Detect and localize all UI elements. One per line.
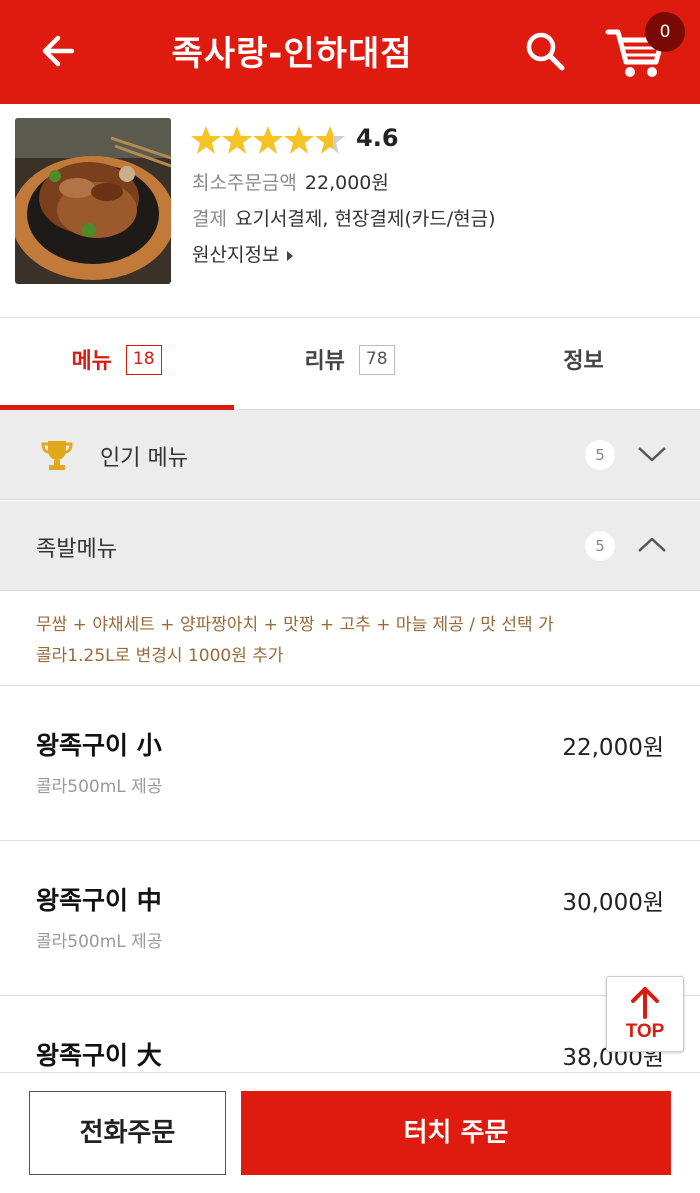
caret-right-icon [287, 250, 294, 261]
min-order-label: 최소주문금액 [192, 172, 297, 194]
trophy-icon [41, 441, 73, 470]
category-count: 5 [585, 531, 615, 561]
rating-stars [191, 126, 345, 154]
star-icon [222, 126, 252, 154]
store-info: 4.6 최소주문금액 22,000원 결제 요기서결제, 현장결제(카드/현금) 원… [0, 104, 700, 318]
menu-item-name: 왕족구이 大 [36, 1041, 162, 1070]
menu-item-name: 왕족구이 中 [36, 886, 162, 915]
bottom-order-bar: 전화주문 터치 주문 [0, 1072, 700, 1193]
menu-item-desc: 콜라500mL 제공 [36, 932, 163, 952]
tab-count: 18 [125, 345, 162, 375]
app-header: 족사랑-인하대점 0 [0, 0, 700, 104]
star-icon [253, 126, 283, 154]
payment-label: 결제 [192, 208, 227, 230]
tab-label: 메뉴 [71, 349, 112, 374]
category-popular-menu[interactable]: 인기 메뉴 5 [0, 410, 700, 500]
arrow-left-icon[interactable] [36, 28, 82, 74]
origin-label: 원산지정보 [192, 244, 280, 266]
menu-item[interactable]: 왕족구이 小 콜라500mL 제공 22,000원 [0, 686, 700, 841]
category-label: 인기 메뉴 [100, 446, 188, 471]
category-jokbal-menu[interactable]: 족발메뉴 5 [0, 501, 700, 591]
notice-line: 콜라1.25L로 변경시 1000원 추가 [36, 646, 284, 666]
payment-value: 요기서결제, 현장결제(카드/현금) [234, 208, 496, 230]
min-order: 최소주문금액 22,000원 [192, 168, 389, 195]
menu-item-price: 30,000원 [562, 890, 664, 916]
payment-info: 결제 요기서결제, 현장결제(카드/현금) [192, 204, 496, 231]
rating-value: 4.6 [356, 124, 399, 152]
page-title: 족사랑-인하대점 [171, 34, 413, 74]
menu-item-name: 왕족구이 小 [36, 731, 162, 760]
chevron-down-icon [638, 447, 666, 462]
category-count: 5 [585, 440, 615, 470]
category-label: 족발메뉴 [36, 537, 117, 562]
tab-menu[interactable]: 메뉴 18 [0, 318, 233, 410]
tab-info[interactable]: 정보 [467, 318, 700, 410]
tab-label: 정보 [563, 349, 604, 374]
origin-info-link[interactable]: 원산지정보 [192, 240, 294, 267]
menu-item[interactable]: 왕족구이 中 콜라500mL 제공 30,000원 [0, 841, 700, 996]
tab-reviews[interactable]: 리뷰 78 [233, 318, 466, 410]
menu-item-price: 22,000원 [562, 735, 664, 761]
touch-order-button[interactable]: 터치 주문 [241, 1091, 671, 1175]
store-thumbnail [15, 118, 171, 284]
phone-order-button[interactable]: 전화주문 [29, 1091, 226, 1175]
star-icon [191, 126, 221, 154]
scroll-top-button[interactable]: TOP [606, 976, 684, 1052]
category-notice: 무쌈 + 야채세트 + 양파짱아치 + 맛짱 + 고추 + 마늘 제공 / 맛 … [0, 592, 700, 686]
cart-count-badge: 0 [645, 12, 685, 52]
half-star-icon [315, 126, 345, 154]
tab-count: 78 [358, 345, 395, 375]
chevron-up-icon [638, 537, 666, 552]
tab-label: 리뷰 [304, 349, 345, 374]
search-icon[interactable] [522, 28, 568, 74]
star-icon [284, 126, 314, 154]
scroll-top-label: TOP [625, 1021, 665, 1042]
arrow-up-icon [631, 987, 659, 1019]
menu-item-desc: 콜라500mL 제공 [36, 777, 163, 797]
tab-bar: 메뉴 18 리뷰 78 정보 [0, 318, 700, 410]
notice-line: 무쌈 + 야채세트 + 양파짱아치 + 맛짱 + 고추 + 마늘 제공 / 맛 … [36, 615, 554, 635]
min-order-value: 22,000원 [304, 172, 389, 194]
